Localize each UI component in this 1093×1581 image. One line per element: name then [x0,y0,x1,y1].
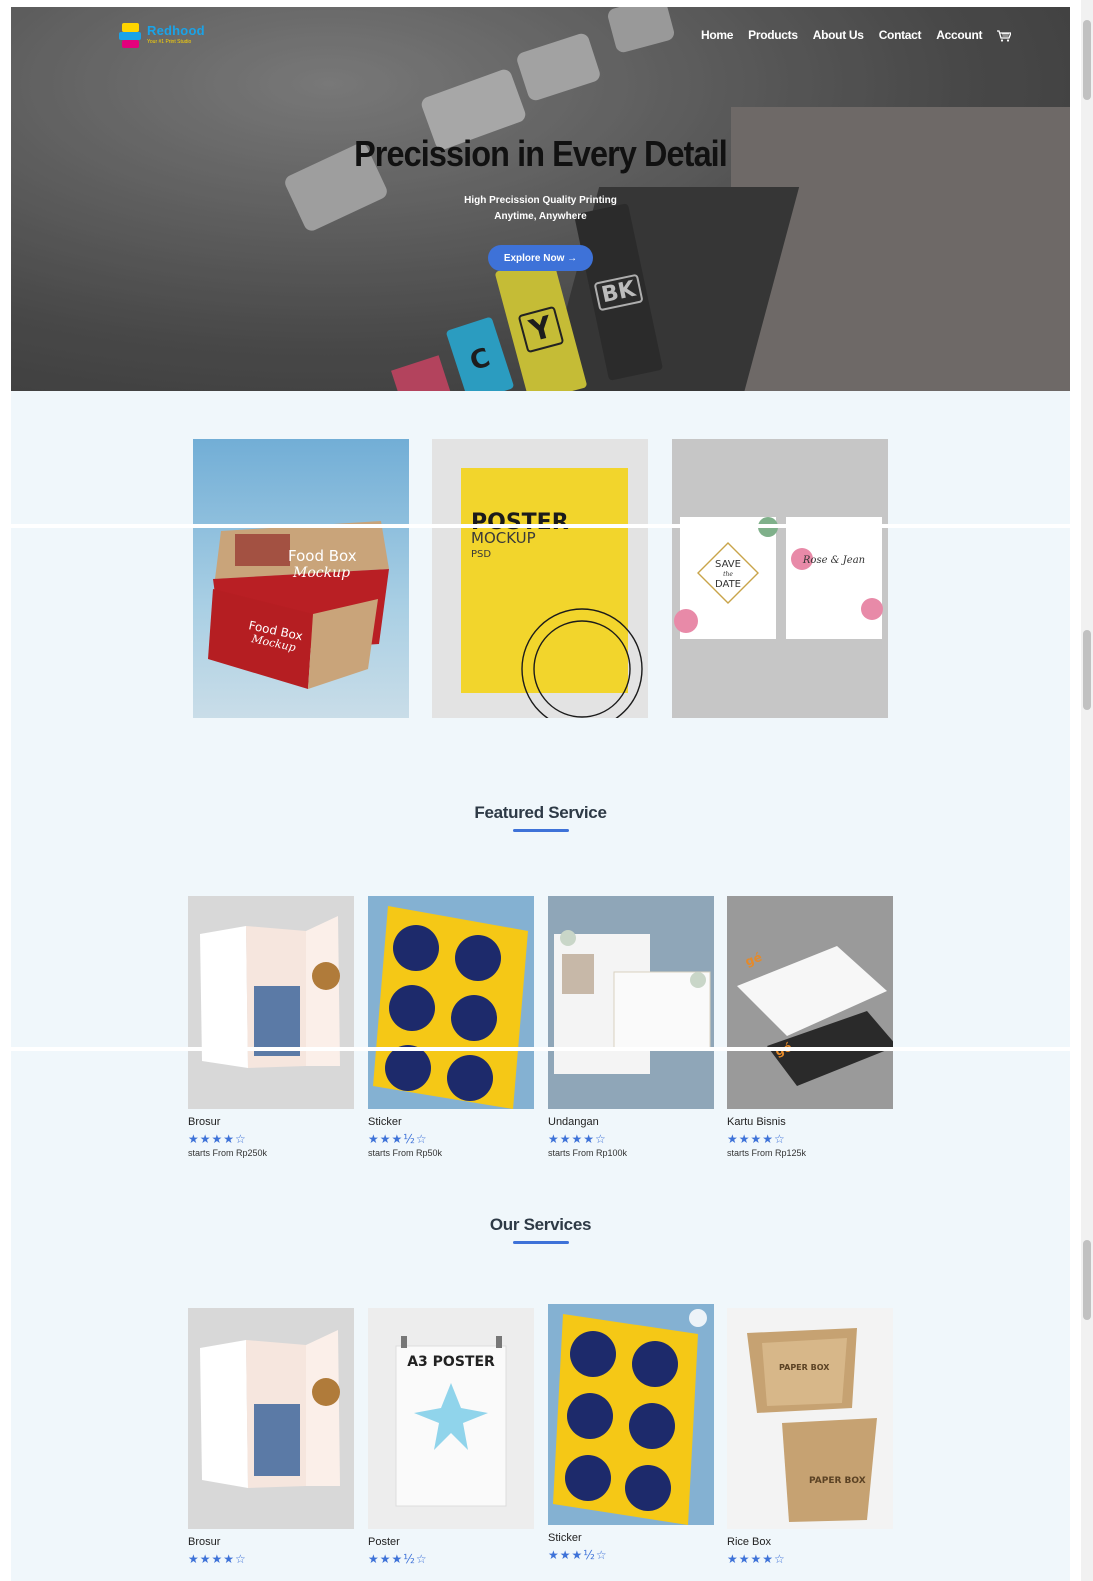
card-price: starts From Rp250k [188,1148,268,1158]
rating-stars: ★★★½☆ [368,1132,428,1146]
svg-text:Rose & Jean: Rose & Jean [802,555,865,566]
rice-box-image: PAPER BOX PAPER BOX [727,1308,893,1529]
featured-service-title: Featured Service [474,803,607,822]
brand-logo[interactable]: Redhood Your #1 Print Studio [119,23,211,49]
featured-card-brosur[interactable]: Brosur ★★★★☆ starts From Rp250k [188,896,354,1158]
promo-food-box[interactable]: Food Box Mockup Food Box Mockup [193,439,409,718]
business-card-image: gé gé [727,896,893,1109]
promo-invitation[interactable]: SAVE the DATE Rose & Jean [672,439,888,718]
brand-tagline: Your #1 Print Studio [147,39,192,45]
nav-account[interactable]: Account [936,28,982,42]
card-price: starts From Rp125k [727,1148,807,1158]
svg-text:the: the [723,571,733,578]
svg-text:gé: gé [743,950,764,969]
featured-title-underline [513,829,569,832]
rating-stars: ★★★½☆ [548,1548,608,1562]
promo-poster[interactable]: POSTER MOCKUP PSD [432,439,648,718]
top-navigation: Redhood Your #1 Print Studio Home Produc… [11,21,1070,51]
poster-image: A3 POSTER [368,1308,534,1529]
card-name: Poster [368,1536,400,1548]
rating-stars: ★★★★☆ [188,1552,247,1566]
card-name: Kartu Bisnis [727,1116,786,1128]
page-scrollbar[interactable] [1081,0,1093,1581]
svg-text:A3 POSTER: A3 POSTER [407,1354,495,1370]
card-name: Sticker [548,1532,582,1544]
undangan-image [548,896,714,1109]
brosur-image [188,896,354,1109]
featured-card-sticker[interactable]: Sticker ★★★½☆ starts From Rp50k [368,896,534,1158]
svg-text:SAVE: SAVE [715,559,741,570]
our-services-title: Our Services [489,1215,592,1234]
scrollbar-thumb[interactable] [1083,20,1091,100]
card-name: Brosur [188,1116,221,1128]
card-name: Brosur [188,1536,221,1548]
sticker-image [548,1304,714,1525]
rating-stars: ★★★★☆ [548,1132,607,1146]
service-card-rice-box[interactable]: PAPER BOX PAPER BOX Rice Box ★★★★☆ [727,1308,893,1566]
rating-stars: ★★★★☆ [727,1552,786,1566]
svg-text:Food Box: Food Box [288,547,357,565]
scrollbar-thumb[interactable] [1083,1240,1091,1320]
featured-card-kartu-bisnis[interactable]: gé gé Kartu Bisnis ★★★★☆ starts From Rp1… [727,896,893,1158]
svg-text:DATE: DATE [715,579,741,590]
food-box-image: Food Box Mockup Food Box Mockup [208,521,389,689]
services-title-underline [513,1241,569,1244]
poster-mockup-image: POSTER MOCKUP PSD [461,468,643,718]
svg-text:MOCKUP: MOCKUP [471,529,536,547]
rating-stars: ★★★★☆ [188,1132,247,1146]
featured-card-undangan[interactable]: Undangan ★★★★☆ starts From Rp100k [548,896,714,1158]
scrollbar-thumb[interactable] [1083,630,1091,710]
page: C Y BK Redhood Your #1 Print Studio Home… [11,7,1070,1581]
screenshot-seam [0,524,1081,528]
invitation-image: SAVE the DATE Rose & Jean [674,517,883,639]
service-card-brosur[interactable]: Brosur ★★★★☆ [188,1308,354,1566]
card-price: starts From Rp50k [368,1148,443,1158]
svg-text:PAPER BOX: PAPER BOX [809,1476,866,1486]
cart-icon[interactable] [997,29,1013,42]
rating-stars: ★★★★☆ [727,1132,786,1146]
hero-title: Precission in Every Detail [354,133,728,174]
nav-contact[interactable]: Contact [879,28,922,42]
explore-now-button[interactable]: Explore Now → [488,245,593,271]
rating-stars: ★★★½☆ [368,1552,428,1566]
card-name: Rice Box [727,1536,772,1548]
svg-text:Mockup: Mockup [292,565,350,581]
brand-name: Redhood [147,23,205,38]
svg-text:PAPER BOX: PAPER BOX [779,1363,830,1372]
hero-section: C Y BK Redhood Your #1 Print Studio Home… [11,7,1070,391]
card-name: Sticker [368,1116,402,1128]
hero-subtitle: High Precission Quality Printing Anytime… [464,195,617,222]
card-name: Undangan [548,1116,599,1128]
nav-home[interactable]: Home [701,28,733,42]
card-price: starts From Rp100k [548,1148,628,1158]
nav-about-us[interactable]: About Us [813,28,864,42]
service-card-poster[interactable]: A3 POSTER Poster ★★★½☆ [368,1308,534,1566]
nav-products[interactable]: Products [748,28,798,42]
brosur-image [188,1308,354,1529]
screenshot-seam [0,1047,1081,1051]
service-card-sticker[interactable]: Sticker ★★★½☆ [548,1304,714,1562]
nav-menu: Home Products About Us Contact Account [701,28,1013,42]
svg-text:PSD: PSD [471,549,491,560]
sticker-image [368,896,534,1109]
